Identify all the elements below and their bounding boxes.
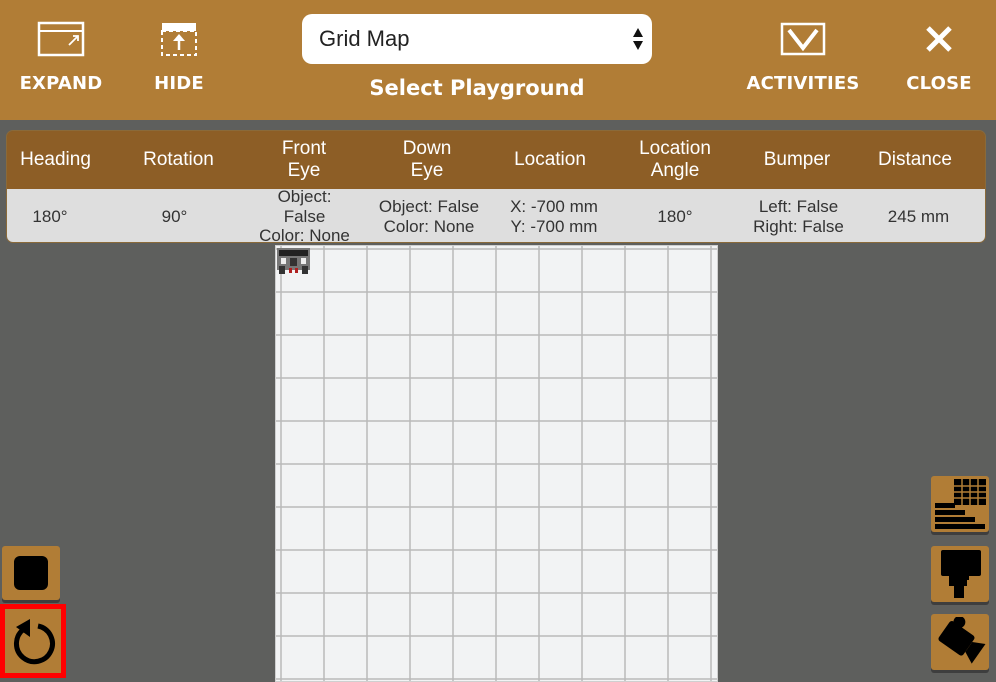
- stop-square-icon: [14, 556, 48, 590]
- value-location-angle: 180°: [657, 206, 693, 226]
- header-heading: Heading: [20, 149, 91, 171]
- robot-icon[interactable]: [276, 246, 311, 276]
- playground-select[interactable]: Grid Map: [302, 14, 652, 64]
- robot-status-table: Heading Rotation Front Eye Down Eye Loca…: [6, 130, 986, 243]
- expand-button[interactable]: EXPAND: [11, 14, 111, 104]
- value-location: X: -700 mm Y: -700 mm: [505, 189, 603, 242]
- value-down-eye-color: Color: None: [383, 216, 475, 236]
- hide-panel-icon: [154, 14, 204, 64]
- header-location-angle-line1: Location: [639, 138, 711, 160]
- playground-title: Select Playground: [369, 76, 585, 100]
- value-front-eye-object: Object: False: [277, 187, 332, 226]
- header-front-eye-line2: Eye: [287, 160, 321, 181]
- hide-label: HIDE: [154, 73, 204, 94]
- header-distance: Distance: [878, 149, 952, 171]
- header-location: Location: [514, 149, 586, 171]
- camera-button[interactable]: [931, 614, 989, 670]
- header-location-angle: Location Angle: [601, 131, 749, 189]
- header-bumper: Bumper: [763, 149, 831, 171]
- select-arrows-icon: [633, 28, 643, 50]
- activities-icon: [778, 14, 828, 64]
- header-down-eye: Down Eye: [355, 131, 499, 189]
- value-down-eye-object: Object: False: [378, 196, 480, 216]
- camera-view-icon: [938, 617, 986, 664]
- header-down-eye-line2: Eye: [410, 160, 444, 181]
- value-front-eye-color: Color: None: [259, 226, 350, 243]
- grid-map-playground[interactable]: [275, 245, 718, 682]
- reset-button[interactable]: [0, 604, 66, 678]
- pen-marker-icon: [941, 550, 981, 598]
- data-table-icon: [935, 479, 986, 529]
- stop-button[interactable]: [2, 546, 60, 600]
- value-bumper-left: Left: False: [758, 196, 839, 216]
- data-table-button[interactable]: [931, 476, 989, 532]
- reset-rotate-icon: [13, 619, 55, 665]
- status-header-row: Heading Rotation Front Eye Down Eye Loca…: [7, 131, 985, 189]
- header-location-angle-line2: Angle: [650, 160, 700, 181]
- close-x-icon: [914, 14, 964, 64]
- close-label: CLOSE: [906, 73, 972, 94]
- value-bumper: Left: False Right: False: [747, 189, 850, 242]
- expand-window-icon: [36, 14, 86, 64]
- top-toolbar: EXPAND HIDE Grid Map Select Playground A…: [0, 0, 996, 120]
- activities-label: ACTIVITIES: [746, 73, 860, 94]
- value-location-y: Y: -700 mm: [510, 216, 598, 236]
- value-rotation: 90°: [161, 206, 188, 226]
- value-front-eye: Object: False Color: None: [256, 187, 353, 243]
- grid-lines: [276, 246, 717, 681]
- status-values-row: 180° 90° Object: False Color: None Objec…: [7, 187, 985, 243]
- playground-select-value: Grid Map: [319, 26, 410, 51]
- value-down-eye: Object: False Color: None: [353, 189, 505, 242]
- close-button[interactable]: CLOSE: [889, 14, 989, 104]
- value-bumper-right: Right: False: [753, 216, 844, 236]
- pen-button[interactable]: [931, 546, 989, 602]
- header-rotation: Rotation: [143, 149, 214, 171]
- header-front-eye: Front Eye: [253, 131, 355, 189]
- value-location-x: X: -700 mm: [510, 196, 598, 216]
- hide-button[interactable]: HIDE: [129, 14, 229, 104]
- expand-label: EXPAND: [19, 73, 103, 94]
- value-distance: 245 mm: [887, 206, 950, 226]
- activities-button[interactable]: ACTIVITIES: [747, 14, 859, 104]
- header-down-eye-line1: Down: [402, 138, 452, 160]
- value-heading: 180°: [32, 206, 68, 226]
- header-front-eye-line1: Front: [281, 138, 327, 160]
